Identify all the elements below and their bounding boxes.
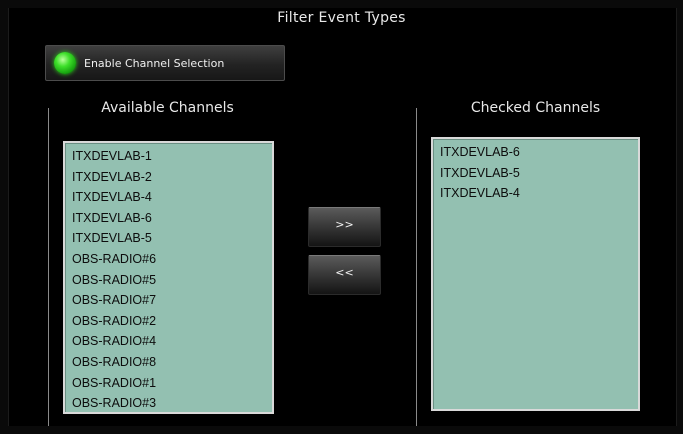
list-item[interactable]: ITXDEVLAB-5 xyxy=(433,163,638,184)
list-item[interactable]: ITXDEVLAB-6 xyxy=(433,142,638,163)
list-item[interactable]: ITXDEVLAB-1 xyxy=(65,146,272,167)
list-item[interactable]: OBS-RADIO#6 xyxy=(65,249,272,270)
available-channels-title: Available Channels xyxy=(97,100,238,116)
remove-channel-button[interactable]: << xyxy=(308,255,381,295)
enable-channel-selection-button[interactable]: Enable Channel Selection xyxy=(45,45,285,81)
list-item[interactable]: OBS-RADIO#5 xyxy=(65,270,272,291)
status-led-icon xyxy=(54,52,76,74)
add-channel-button[interactable]: >> xyxy=(308,207,381,247)
list-item[interactable]: ITXDEVLAB-2 xyxy=(65,167,272,188)
checked-channels-list[interactable]: ITXDEVLAB-6 ITXDEVLAB-5 ITXDEVLAB-4 xyxy=(431,137,640,411)
list-item[interactable]: OBS-RADIO#8 xyxy=(65,352,272,373)
checked-channels-items: ITXDEVLAB-6 ITXDEVLAB-5 ITXDEVLAB-4 xyxy=(433,142,638,204)
list-item[interactable]: OBS-RADIO#2 xyxy=(65,311,272,332)
checked-channels-title: Checked Channels xyxy=(466,100,605,116)
list-item[interactable]: OBS-RADIO#3 xyxy=(65,393,272,412)
enable-channel-selection-label: Enable Channel Selection xyxy=(84,57,225,70)
list-item[interactable]: OBS-RADIO#4 xyxy=(65,331,272,352)
list-item[interactable]: OBS-RADIO#7 xyxy=(65,290,272,311)
list-item[interactable]: ITXDEVLAB-5 xyxy=(65,228,272,249)
available-channels-list[interactable]: ITXDEVLAB-1 ITXDEVLAB-2 ITXDEVLAB-4 ITXDEVL… xyxy=(63,141,274,414)
list-item[interactable]: OBS-RADIO#1 xyxy=(65,373,272,394)
dialog-title: Filter Event Types xyxy=(277,10,406,26)
available-channels-items: ITXDEVLAB-1 ITXDEVLAB-2 ITXDEVLAB-4 ITXDEVL… xyxy=(65,146,272,412)
list-item[interactable]: ITXDEVLAB-4 xyxy=(433,183,638,204)
list-item[interactable]: ITXDEVLAB-4 xyxy=(65,187,272,208)
list-item[interactable]: ITXDEVLAB-6 xyxy=(65,208,272,229)
